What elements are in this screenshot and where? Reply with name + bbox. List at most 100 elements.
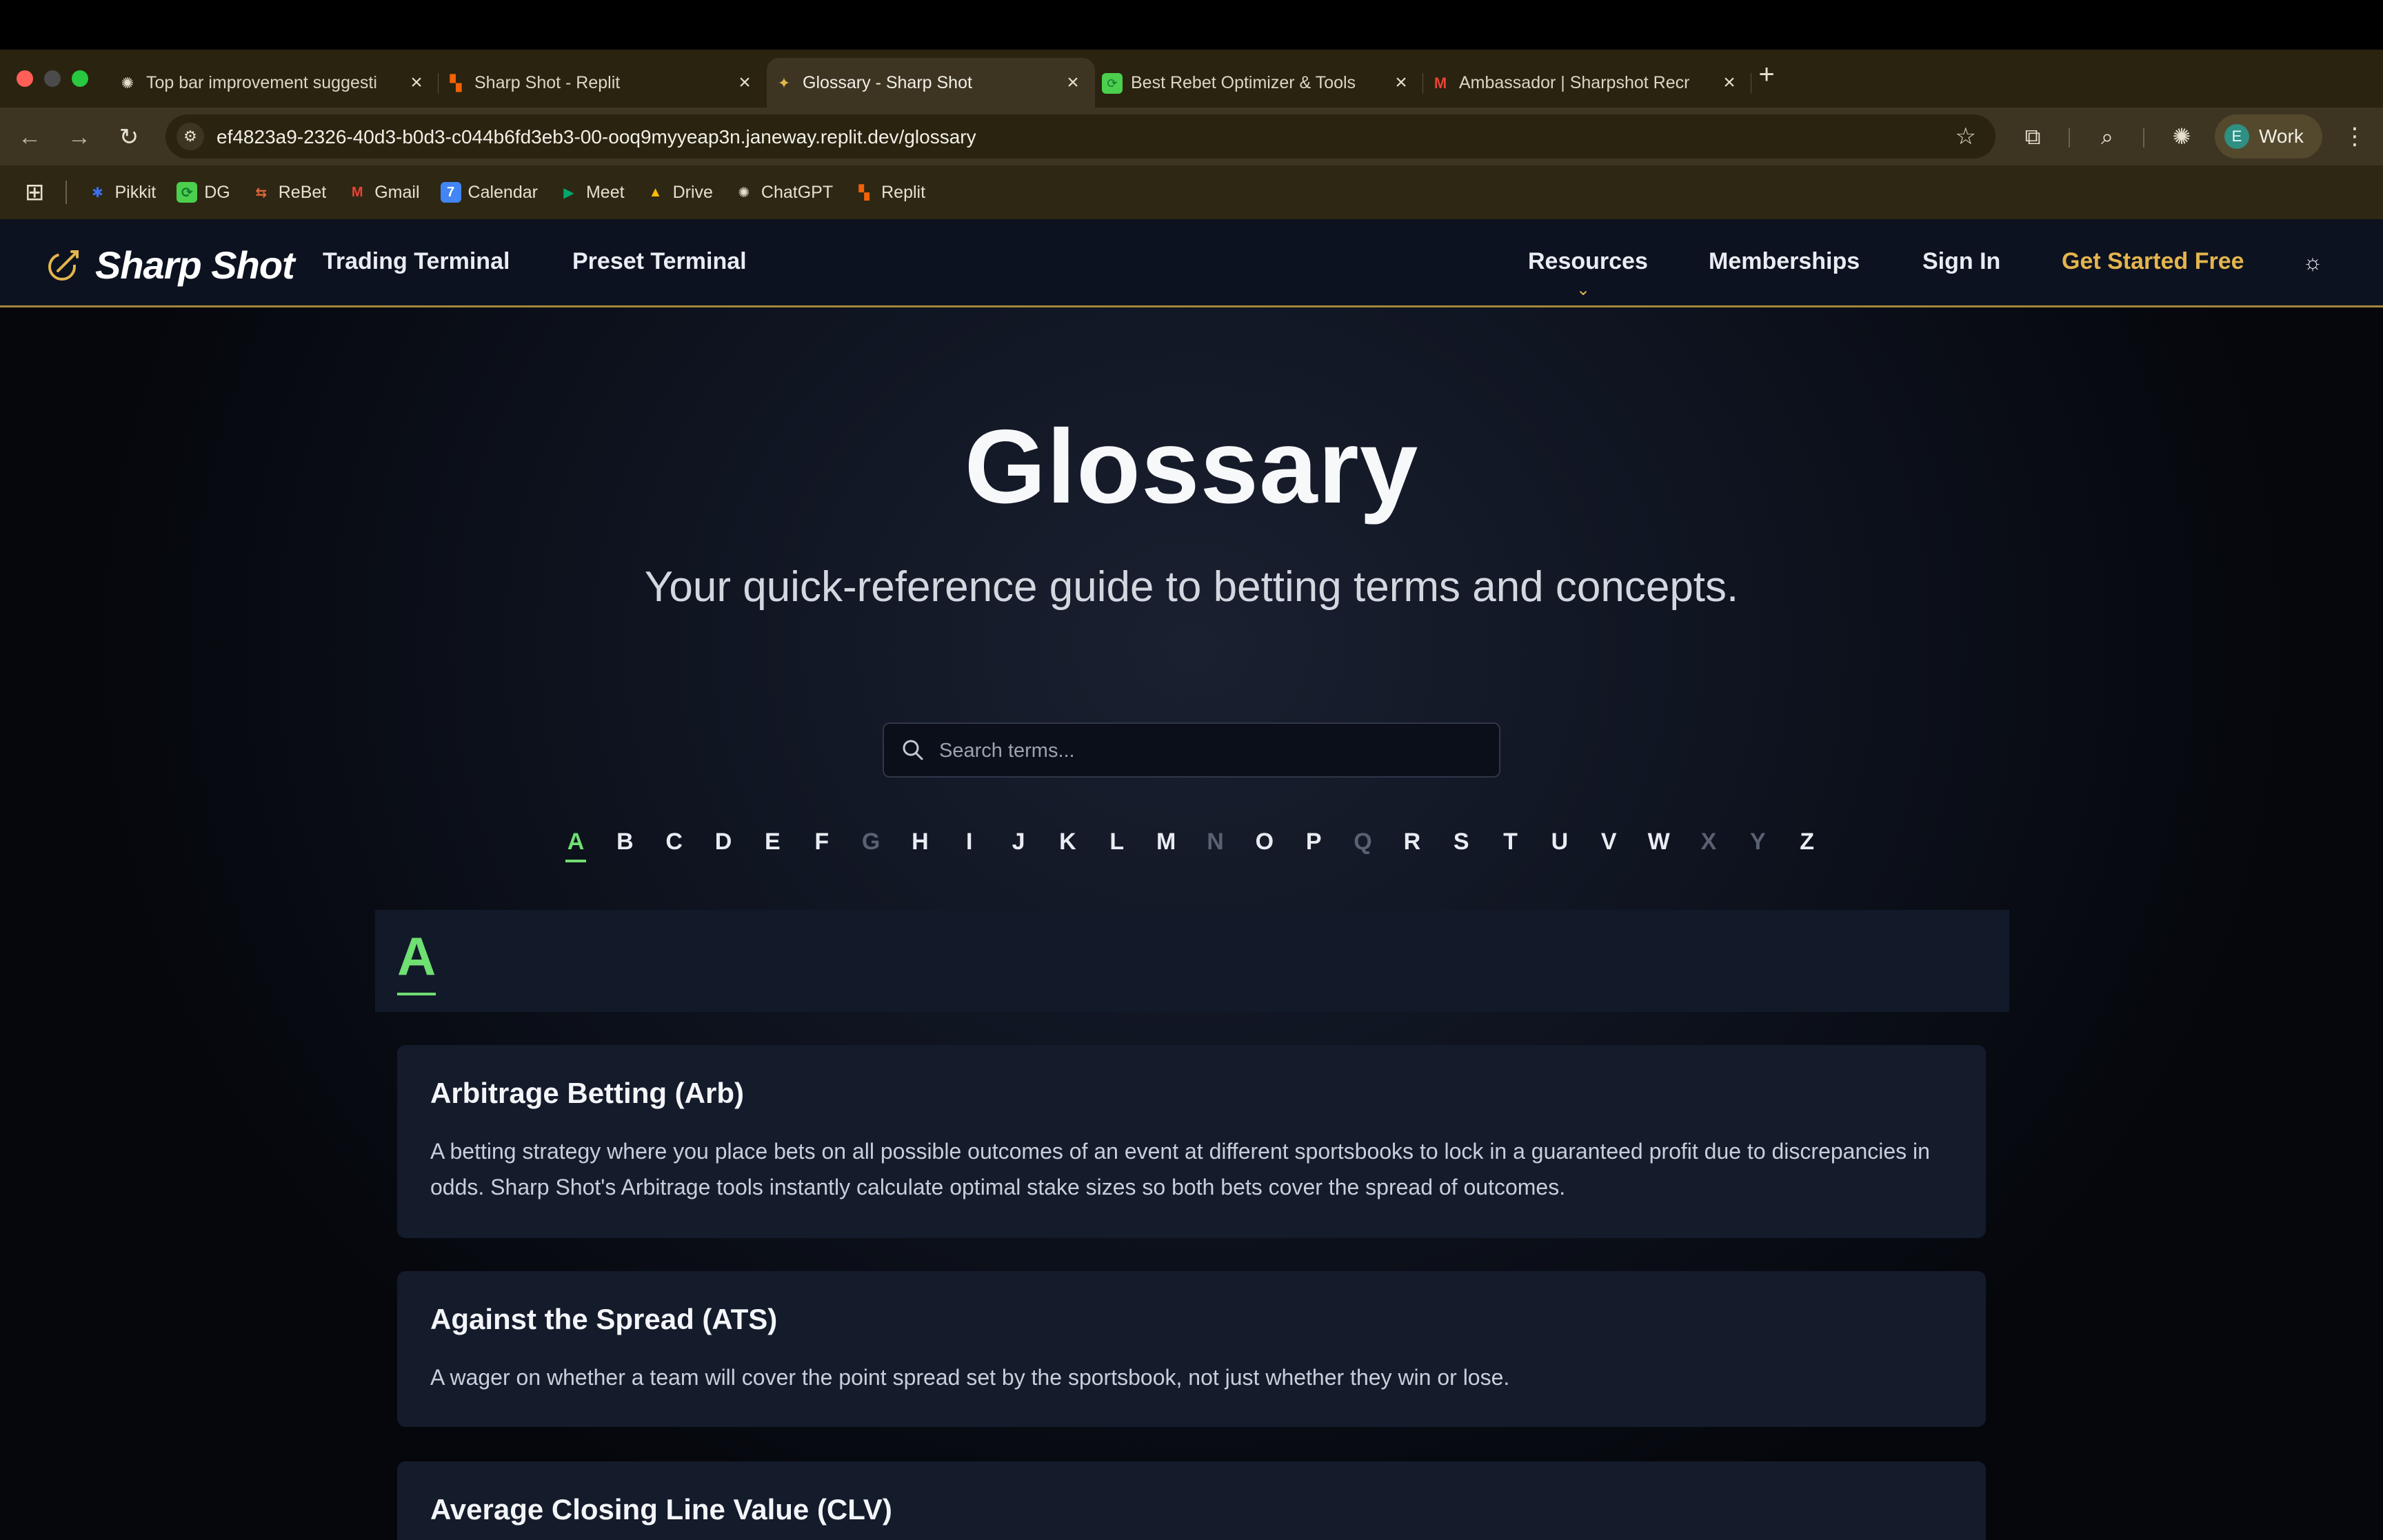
- nav-trading-terminal[interactable]: Trading Terminal: [323, 248, 510, 275]
- alphabet-letter-w[interactable]: W: [1648, 829, 1670, 862]
- page-title: Glossary: [964, 408, 1419, 525]
- extension-openai-icon[interactable]: ✺: [2168, 123, 2195, 150]
- brand-logo[interactable]: Sharp Shot: [44, 243, 295, 287]
- tab-ambassador[interactable]: M Ambassador | Sharpshot Recr ×: [1423, 58, 1751, 108]
- nav-sign-in[interactable]: Sign In: [1922, 248, 2000, 275]
- bookmark-calendar[interactable]: 7 Calendar: [440, 182, 538, 203]
- search-icon: [903, 740, 923, 760]
- tab-rebet-optimizer[interactable]: ⟳ Best Rebet Optimizer & Tools ×: [1095, 58, 1423, 108]
- bookmark-chatgpt[interactable]: ✺ ChatGPT: [734, 182, 834, 203]
- replit-icon: ▚: [450, 74, 462, 92]
- get-started-button[interactable]: Get Started Free: [2062, 248, 2244, 275]
- apps-grid-icon[interactable]: ⊞: [25, 179, 45, 206]
- alphabet-letter-d[interactable]: D: [713, 829, 734, 862]
- close-tab-icon[interactable]: ×: [732, 70, 757, 95]
- section-underline: [397, 993, 436, 995]
- close-tab-icon[interactable]: ×: [404, 70, 429, 95]
- alphabet-letter-t[interactable]: T: [1500, 829, 1521, 862]
- nav-resources[interactable]: Resources: [1528, 248, 1648, 275]
- profile-label: Work: [2259, 125, 2304, 147]
- alphabet-letter-i[interactable]: I: [959, 829, 980, 862]
- rebet-icon: ⇆: [255, 185, 268, 201]
- alphabet-letter-a[interactable]: A: [565, 829, 586, 862]
- tab-title: Top bar improvement suggesti: [146, 72, 377, 92]
- alphabet-letter-e[interactable]: E: [762, 829, 783, 862]
- gmail-icon: M: [1434, 74, 1447, 92]
- avatar: E: [2224, 124, 2249, 149]
- alphabet-letter-o[interactable]: O: [1254, 829, 1275, 862]
- tab-glossary[interactable]: ✦ Glossary - Sharp Shot ×: [767, 58, 1095, 108]
- replit-icon: ▚: [858, 185, 869, 201]
- window-controls: [17, 70, 88, 87]
- profile-button[interactable]: E Work: [2215, 114, 2322, 159]
- close-window-button[interactable]: [17, 70, 33, 87]
- bookmark-rebet[interactable]: ⇆ ReBet: [251, 182, 326, 203]
- bookmark-gmail[interactable]: M Gmail: [347, 182, 420, 203]
- alphabet-letter-k[interactable]: K: [1057, 829, 1078, 862]
- openai-icon: ✺: [121, 74, 134, 92]
- back-arrow-icon[interactable]: ←: [17, 124, 43, 150]
- tab-title: Best Rebet Optimizer & Tools: [1131, 72, 1356, 92]
- nav-memberships[interactable]: Memberships: [1709, 248, 1860, 275]
- close-tab-icon[interactable]: ×: [1389, 70, 1414, 95]
- alphabet-letter-v[interactable]: V: [1598, 829, 1619, 862]
- close-tab-icon[interactable]: ×: [1717, 70, 1742, 95]
- alphabet-letter-b[interactable]: B: [614, 829, 635, 862]
- chevron-down-icon: ⌄: [1576, 281, 1591, 299]
- tab-strip: ✺ Top bar improvement suggesti × ▚ Sharp…: [0, 50, 2383, 108]
- bookmark-drive[interactable]: ▲ Drive: [645, 182, 713, 203]
- alphabet-letter-m[interactable]: M: [1156, 829, 1176, 862]
- bookmark-replit[interactable]: ▚ Replit: [854, 182, 925, 203]
- sun-icon[interactable]: ☼: [2299, 248, 2326, 276]
- drive-icon: ▲: [648, 184, 663, 200]
- url-text[interactable]: ef4823a9-2326-40d3-b0d3-c044b6fd3eb3-00-…: [217, 126, 976, 148]
- bookmark-star-icon[interactable]: ☆: [1955, 123, 1976, 150]
- alphabet-letter-z[interactable]: Z: [1797, 829, 1818, 862]
- close-tab-icon[interactable]: ×: [1060, 70, 1085, 95]
- bookmark-meet[interactable]: ▶ Meet: [559, 182, 624, 203]
- alphabet-letter-s[interactable]: S: [1451, 829, 1471, 862]
- cast-search-icon[interactable]: ⌕: [2093, 123, 2121, 150]
- tab-title: Ambassador | Sharpshot Recr: [1459, 72, 1690, 92]
- browser-menu-icon[interactable]: ⋮: [2343, 123, 2366, 150]
- dg-icon: ⟳: [1102, 73, 1123, 94]
- term-card: Arbitrage Betting (Arb) A betting strate…: [397, 1045, 1986, 1238]
- dg-icon: ⟳: [177, 182, 198, 203]
- term-title: Average Closing Line Value (CLV): [430, 1493, 892, 1526]
- alphabet-letter-j[interactable]: J: [1008, 829, 1029, 862]
- address-bar[interactable]: ⚙ ef4823a9-2326-40d3-b0d3-c044b6fd3eb3-0…: [165, 114, 1995, 159]
- os-menubar: [0, 0, 2383, 50]
- alphabet-letter-p[interactable]: P: [1303, 829, 1324, 862]
- new-tab-button[interactable]: +: [1753, 61, 1780, 88]
- search-input[interactable]: [939, 733, 1484, 768]
- term-definition: A wager on whether a team will cover the…: [430, 1365, 1510, 1390]
- alphabet-letter-n: N: [1207, 829, 1224, 855]
- reload-icon[interactable]: ↻: [116, 124, 142, 150]
- extensions-icon[interactable]: ⧉: [2019, 123, 2047, 150]
- alphabet-letter-u[interactable]: U: [1549, 829, 1570, 862]
- term-title: Against the Spread (ATS): [430, 1303, 778, 1335]
- forward-arrow-icon[interactable]: →: [66, 124, 92, 150]
- tab-top-bar-improvement[interactable]: ✺ Top bar improvement suggesti ×: [110, 58, 439, 108]
- bookmark-pikkit[interactable]: ✱ Pikkit: [88, 182, 156, 203]
- nav-preset-terminal[interactable]: Preset Terminal: [572, 248, 747, 275]
- glossary-page: Sharp Shot Trading Terminal Preset Termi…: [0, 219, 2383, 1540]
- brand-name: Sharp Shot: [95, 243, 295, 287]
- alphabet-letter-f[interactable]: F: [812, 829, 832, 862]
- alphabet-letter-h[interactable]: H: [909, 829, 930, 862]
- alphabet-letter-c[interactable]: C: [664, 829, 685, 862]
- tab-sharp-shot-replit[interactable]: ▚ Sharp Shot - Replit ×: [439, 58, 767, 108]
- browser-toolbar: ← → ↻ ⚙ ef4823a9-2326-40d3-b0d3-c044b6fd…: [0, 108, 2383, 165]
- alphabet-letter-r[interactable]: R: [1402, 829, 1422, 862]
- zoom-window-button[interactable]: [72, 70, 88, 87]
- minimize-window-button[interactable]: [44, 70, 61, 87]
- sharpshot-icon: ✦: [777, 74, 791, 92]
- sharpshot-logo-icon: [48, 250, 79, 281]
- openai-icon: ✺: [738, 185, 750, 201]
- site-settings-icon[interactable]: ⚙: [177, 123, 204, 150]
- bookmarks-bar: ⊞ ✱ Pikkit ⟳ DG ⇆ ReBet M Gmail 7 Calendar ▶ M…: [0, 165, 2383, 219]
- alphabet-letter-l[interactable]: L: [1107, 829, 1127, 862]
- bookmark-dg[interactable]: ⟳ DG: [177, 182, 230, 203]
- term-card: Against the Spread (ATS) A wager on whet…: [397, 1271, 1986, 1427]
- term-title: Arbitrage Betting (Arb): [430, 1077, 744, 1109]
